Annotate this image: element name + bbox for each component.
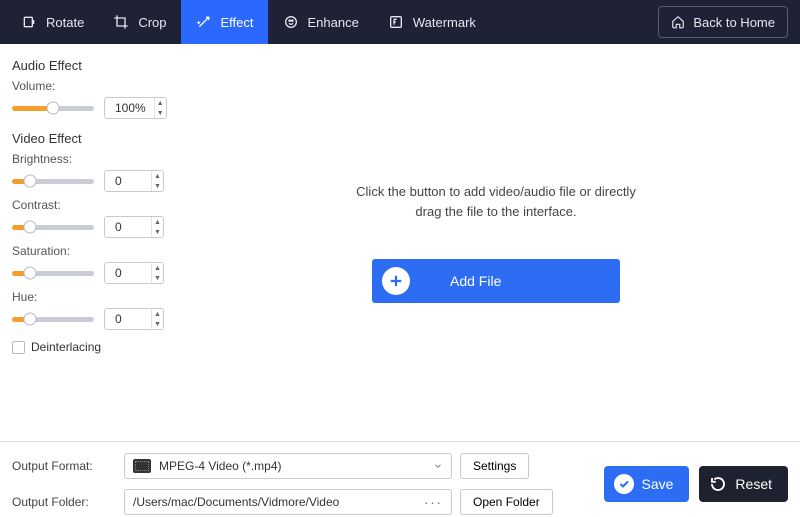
volume-slider[interactable] — [12, 106, 94, 111]
contrast-stepper[interactable]: 0 ▲▼ — [104, 216, 164, 238]
volume-stepper[interactable]: 100% ▲▼ — [104, 97, 167, 119]
contrast-slider[interactable] — [12, 225, 94, 230]
saturation-value: 0 — [105, 266, 151, 280]
saturation-label: Saturation: — [12, 244, 181, 258]
add-file-label: Add File — [450, 273, 501, 289]
magic-wand-icon — [195, 13, 213, 31]
checkbox-box-icon — [12, 341, 25, 354]
plus-circle-icon — [382, 267, 410, 295]
brightness-slider[interactable] — [12, 179, 94, 184]
tab-effect[interactable]: Effect — [181, 0, 268, 44]
contrast-label: Contrast: — [12, 198, 181, 212]
preview-drop-area[interactable]: Click the button to add video/audio file… — [192, 44, 800, 441]
stepper-down-icon[interactable]: ▼ — [152, 181, 163, 191]
output-folder-label: Output Folder: — [12, 495, 114, 509]
reset-label: Reset — [735, 476, 772, 492]
back-to-home-label: Back to Home — [693, 15, 775, 30]
hue-value: 0 — [105, 312, 151, 326]
stepper-up-icon[interactable]: ▲ — [152, 263, 163, 273]
output-folder-value: /Users/mac/Documents/Vidmore/Video — [133, 495, 416, 509]
enhance-icon — [282, 13, 300, 31]
brightness-stepper[interactable]: 0 ▲▼ — [104, 170, 164, 192]
saturation-slider[interactable] — [12, 271, 94, 276]
stepper-down-icon[interactable]: ▼ — [152, 227, 163, 237]
brightness-label: Brightness: — [12, 152, 181, 166]
tab-enhance[interactable]: Enhance — [268, 0, 373, 44]
video-effect-header: Video Effect — [12, 131, 181, 146]
stepper-down-icon[interactable]: ▼ — [152, 319, 163, 329]
contrast-value: 0 — [105, 220, 151, 234]
volume-label: Volume: — [12, 79, 181, 93]
stepper-up-icon[interactable]: ▲ — [152, 217, 163, 227]
crop-icon — [112, 13, 130, 31]
home-icon — [671, 15, 685, 29]
deinterlacing-checkbox[interactable]: Deinterlacing — [12, 340, 181, 354]
tab-crop-label: Crop — [138, 15, 166, 30]
tab-watermark[interactable]: Watermark — [373, 0, 490, 44]
output-format-label: Output Format: — [12, 459, 114, 473]
rotate-icon — [20, 13, 38, 31]
volume-value: 100% — [105, 101, 154, 115]
tab-crop[interactable]: Crop — [98, 0, 180, 44]
hue-slider[interactable] — [12, 317, 94, 322]
effect-sidebar: Audio Effect Volume: 100% ▲▼ Video Effec… — [0, 44, 192, 441]
hue-stepper[interactable]: 0 ▲▼ — [104, 308, 164, 330]
deinterlacing-label: Deinterlacing — [31, 340, 101, 354]
output-format-select[interactable]: MPEG-4 Video (*.mp4) — [124, 453, 452, 479]
stepper-down-icon[interactable]: ▼ — [155, 108, 166, 118]
output-folder-field[interactable]: /Users/mac/Documents/Vidmore/Video ··· — [124, 489, 452, 515]
audio-effect-header: Audio Effect — [12, 58, 181, 73]
settings-button[interactable]: Settings — [460, 453, 529, 479]
tab-rotate[interactable]: Rotate — [6, 0, 98, 44]
tab-effect-label: Effect — [221, 15, 254, 30]
watermark-icon — [387, 13, 405, 31]
drop-hint-text: Click the button to add video/audio file… — [356, 182, 636, 221]
chevron-down-icon — [433, 461, 443, 471]
tab-watermark-label: Watermark — [413, 15, 476, 30]
check-circle-icon — [614, 474, 634, 494]
stepper-up-icon[interactable]: ▲ — [155, 98, 166, 108]
back-to-home-button[interactable]: Back to Home — [658, 6, 788, 38]
tab-enhance-label: Enhance — [308, 15, 359, 30]
stepper-down-icon[interactable]: ▼ — [152, 273, 163, 283]
brightness-value: 0 — [105, 174, 151, 188]
stepper-up-icon[interactable]: ▲ — [152, 309, 163, 319]
stepper-up-icon[interactable]: ▲ — [152, 171, 163, 181]
reset-button[interactable]: Reset — [699, 466, 788, 502]
open-folder-button[interactable]: Open Folder — [460, 489, 553, 515]
top-toolbar: Rotate Crop Effect Enhance Watermark Bac… — [0, 0, 800, 44]
output-format-value: MPEG-4 Video (*.mp4) — [159, 459, 425, 473]
refresh-icon — [709, 475, 727, 493]
save-label: Save — [642, 476, 674, 492]
saturation-stepper[interactable]: 0 ▲▼ — [104, 262, 164, 284]
hue-label: Hue: — [12, 290, 181, 304]
browse-ellipsis-icon[interactable]: ··· — [424, 495, 443, 510]
tab-rotate-label: Rotate — [46, 15, 84, 30]
add-file-button[interactable]: Add File — [372, 259, 620, 303]
save-button[interactable]: Save — [604, 466, 690, 502]
video-format-icon — [133, 459, 151, 473]
bottom-panel: Output Format: MPEG-4 Video (*.mp4) Sett… — [0, 441, 800, 517]
